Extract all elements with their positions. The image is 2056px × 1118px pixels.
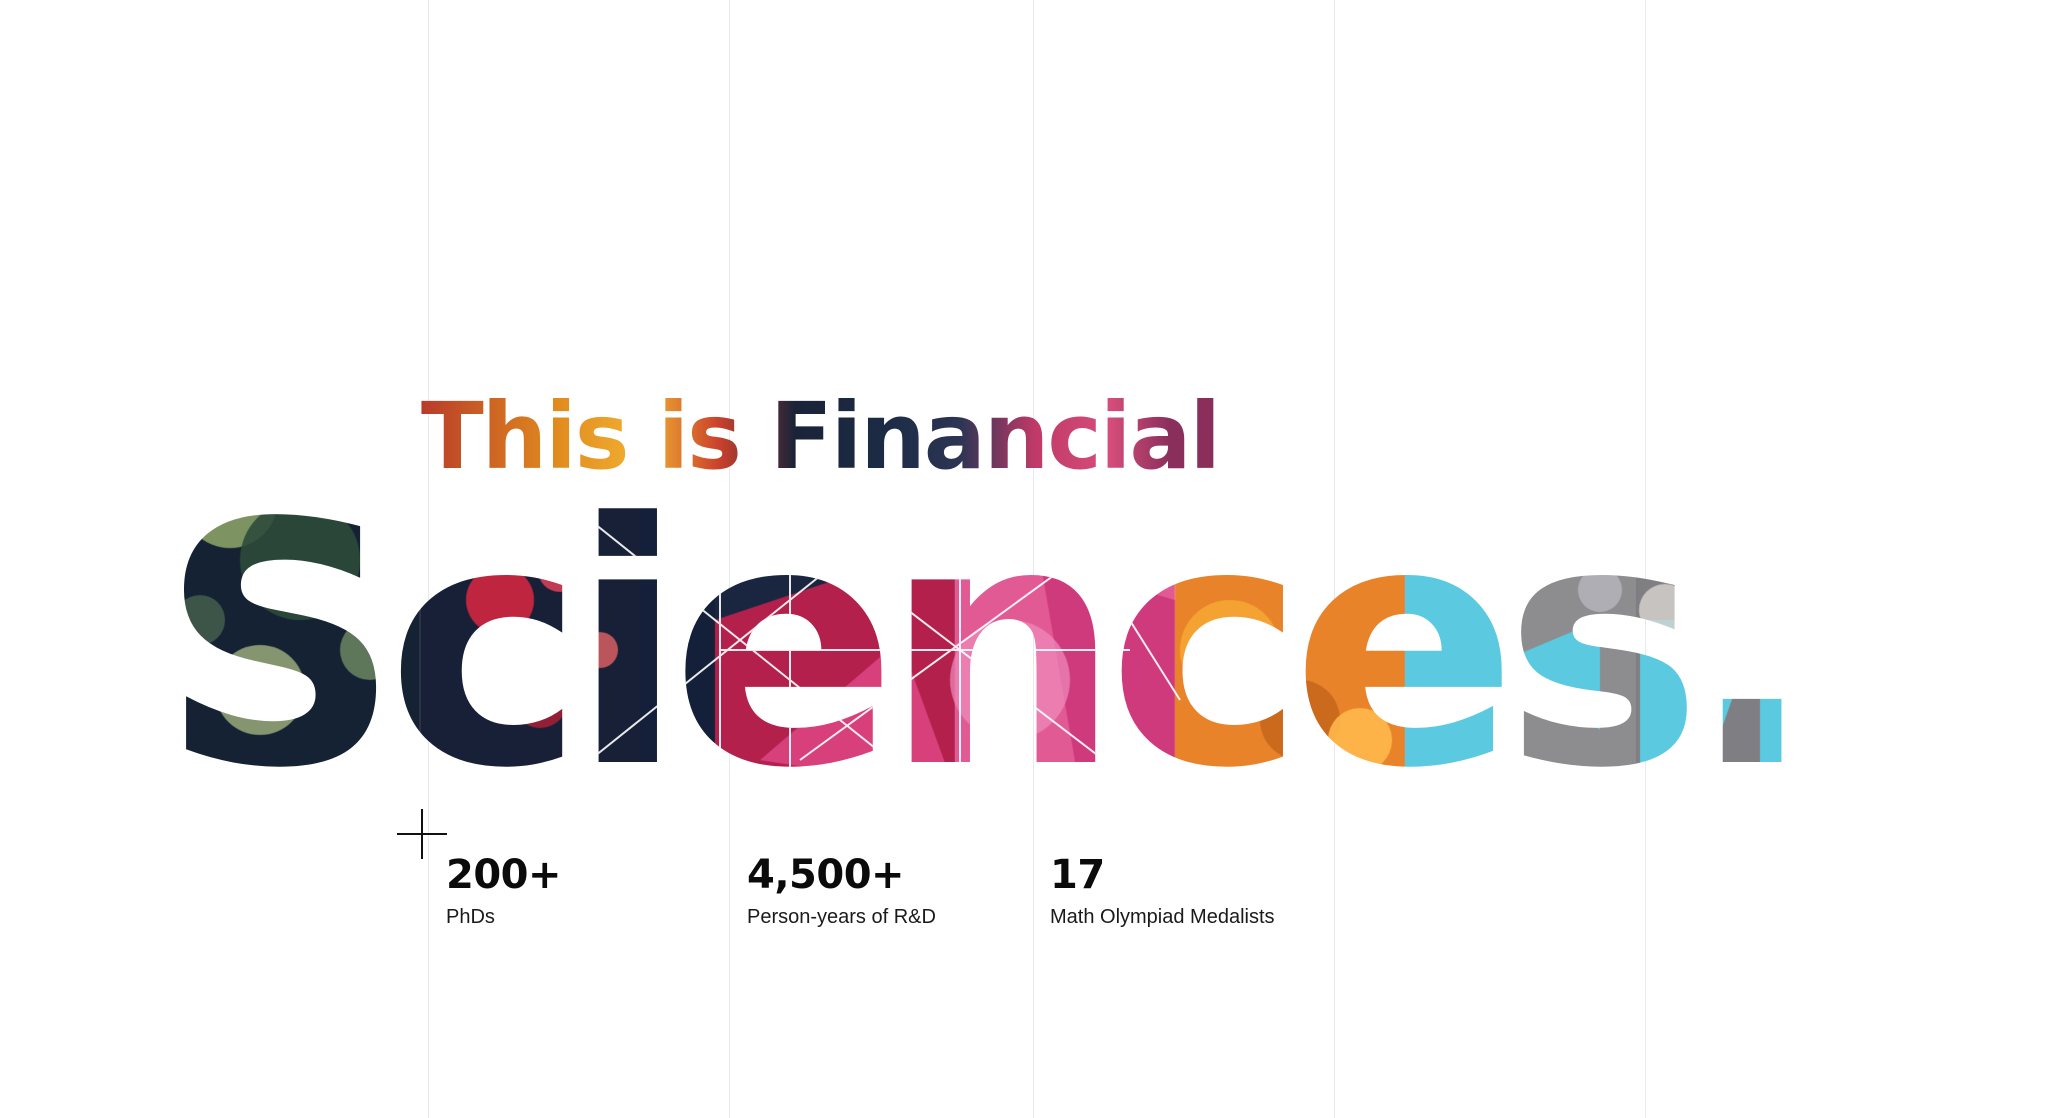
- crosshair-marker: [397, 809, 447, 859]
- headline-svg: Sciences. This is Financial Sciences.: [160, 383, 1816, 841]
- stat-olympiad: 17 Math Olympiad Medalists: [1050, 855, 1275, 927]
- stat-person-years: 4,500+ Person-years of R&D: [747, 855, 936, 927]
- stat-value: 200+: [446, 852, 562, 898]
- stat-label: Person-years of R&D: [747, 906, 936, 928]
- stat-value: 4,500+: [747, 852, 905, 898]
- stat-phds: 200+ PhDs: [446, 852, 562, 928]
- stat-value: 17: [1050, 852, 1105, 898]
- stat-label: Math Olympiad Medalists: [1050, 906, 1275, 928]
- hero-headline: Sciences. This is Financial Sciences.: [0, 0, 2056, 1118]
- headline-line2: Sciences.: [160, 452, 1802, 841]
- stat-label: PhDs: [446, 906, 495, 928]
- page: Sciences. This is Financial Sciences. 20…: [0, 0, 2056, 1118]
